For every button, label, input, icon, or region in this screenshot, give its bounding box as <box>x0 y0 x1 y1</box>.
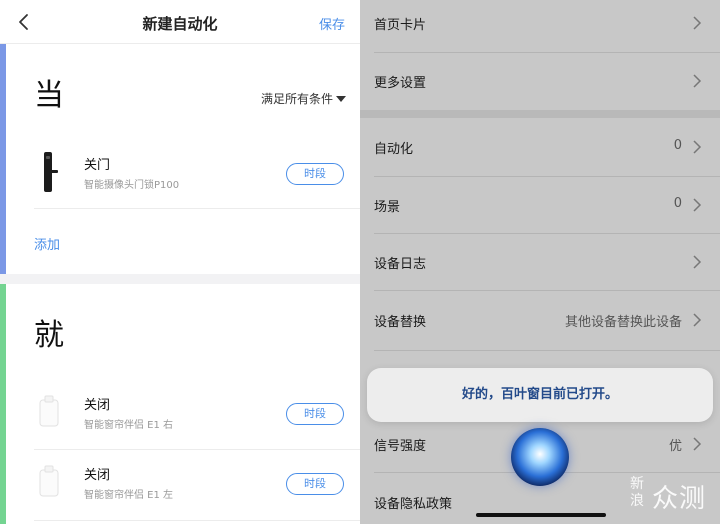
trigger-action: 关门 <box>84 158 111 173</box>
divider <box>374 290 720 291</box>
replace-value: 其他设备替换此设备 <box>564 315 682 330</box>
condition-mode-dropdown[interactable]: 满足所有条件 <box>261 90 346 107</box>
time-period-button[interactable]: 时段 <box>286 473 344 495</box>
when-accent-bar <box>0 44 6 274</box>
then-section: 就 关闭 智能窗帘伴侣 E1 右 时段 关闭 智能窗帘伴侣 E1 左 时段 <box>0 284 360 524</box>
signal-value: 优 <box>668 439 682 454</box>
row-label: 设备隐私政策 <box>374 497 453 512</box>
action-device-row[interactable]: 关闭 智能窗帘伴侣 E1 左 时段 <box>34 452 360 516</box>
door-lock-icon <box>44 152 58 192</box>
chevron-right-icon <box>693 198 702 212</box>
then-accent-bar <box>0 284 6 524</box>
curtain-motor-icon <box>39 395 59 427</box>
row-label: 信号强度 <box>374 439 427 454</box>
row-label: 首页卡片 <box>374 18 427 33</box>
row-label: 设备替换 <box>374 315 427 330</box>
action-name: 关闭 <box>84 468 111 483</box>
watermark-big: 众测 <box>652 484 707 514</box>
then-heading: 就 <box>34 318 64 353</box>
settings-row-device-log[interactable]: 设备日志 <box>360 234 720 291</box>
divider <box>34 449 360 450</box>
curtain-motor-icon <box>39 465 59 497</box>
row-label: 更多设置 <box>374 76 427 91</box>
automation-count: 0 <box>673 138 682 153</box>
siri-response-banner: 好的，百叶窗目前已打开。 <box>367 368 713 422</box>
caret-down-icon <box>336 96 346 102</box>
settings-row-home-card[interactable]: 首页卡片 <box>360 0 720 52</box>
trigger-device-row[interactable]: 关门 智能摄像头门锁P100 时段 <box>34 142 360 206</box>
when-section: 当 满足所有条件 关门 智能摄像头门锁P100 时段 添加 <box>0 44 360 274</box>
when-heading: 当 <box>34 78 64 113</box>
action-device-name: 智能窗帘伴侣 E1 右 <box>84 420 174 431</box>
chevron-right-icon <box>693 255 702 269</box>
siri-orb-icon[interactable] <box>511 428 569 486</box>
condition-mode-label: 满足所有条件 <box>260 92 333 106</box>
add-condition-button[interactable]: 添加 <box>34 234 60 253</box>
settings-row-device-replace[interactable]: 设备替换 其他设备替换此设备 <box>360 292 720 349</box>
chevron-right-icon <box>693 74 702 88</box>
automation-editor-pane: 新建自动化 保存 当 满足所有条件 关门 智能摄像头门锁P100 时段 添加 就 <box>0 0 360 524</box>
divider <box>34 208 360 209</box>
divider <box>34 520 360 521</box>
row-label: 设备日志 <box>374 257 427 272</box>
divider <box>374 350 720 351</box>
chevron-right-icon <box>693 140 702 154</box>
time-period-button[interactable]: 时段 <box>286 403 344 425</box>
home-indicator[interactable] <box>476 513 606 517</box>
nav-bar: 新建自动化 保存 <box>0 0 360 44</box>
action-device-name: 智能窗帘伴侣 E1 左 <box>84 490 174 501</box>
row-label: 场景 <box>374 200 401 215</box>
settings-row-more-settings[interactable]: 更多设置 <box>360 53 720 110</box>
device-settings-pane: 首页卡片 更多设置 自动化 0 场景 0 设备日志 设备替换 其他设备替换此设备… <box>360 0 720 524</box>
trigger-device-name: 智能摄像头门锁P100 <box>84 180 180 191</box>
chevron-right-icon <box>693 437 702 451</box>
action-name: 关闭 <box>84 398 111 413</box>
watermark-small: 新浪 <box>630 476 644 509</box>
action-device-row[interactable]: 关闭 智能窗帘伴侣 E1 右 时段 <box>34 382 360 446</box>
chevron-right-icon <box>693 16 702 30</box>
row-label: 自动化 <box>374 142 414 157</box>
settings-row-scene[interactable]: 场景 0 <box>360 177 720 234</box>
settings-row-automation[interactable]: 自动化 0 <box>360 119 720 176</box>
scene-count: 0 <box>673 196 682 211</box>
chevron-right-icon <box>693 313 702 327</box>
page-title: 新建自动化 <box>142 15 218 33</box>
save-button[interactable]: 保存 <box>319 14 345 33</box>
time-period-button[interactable]: 时段 <box>286 163 344 185</box>
